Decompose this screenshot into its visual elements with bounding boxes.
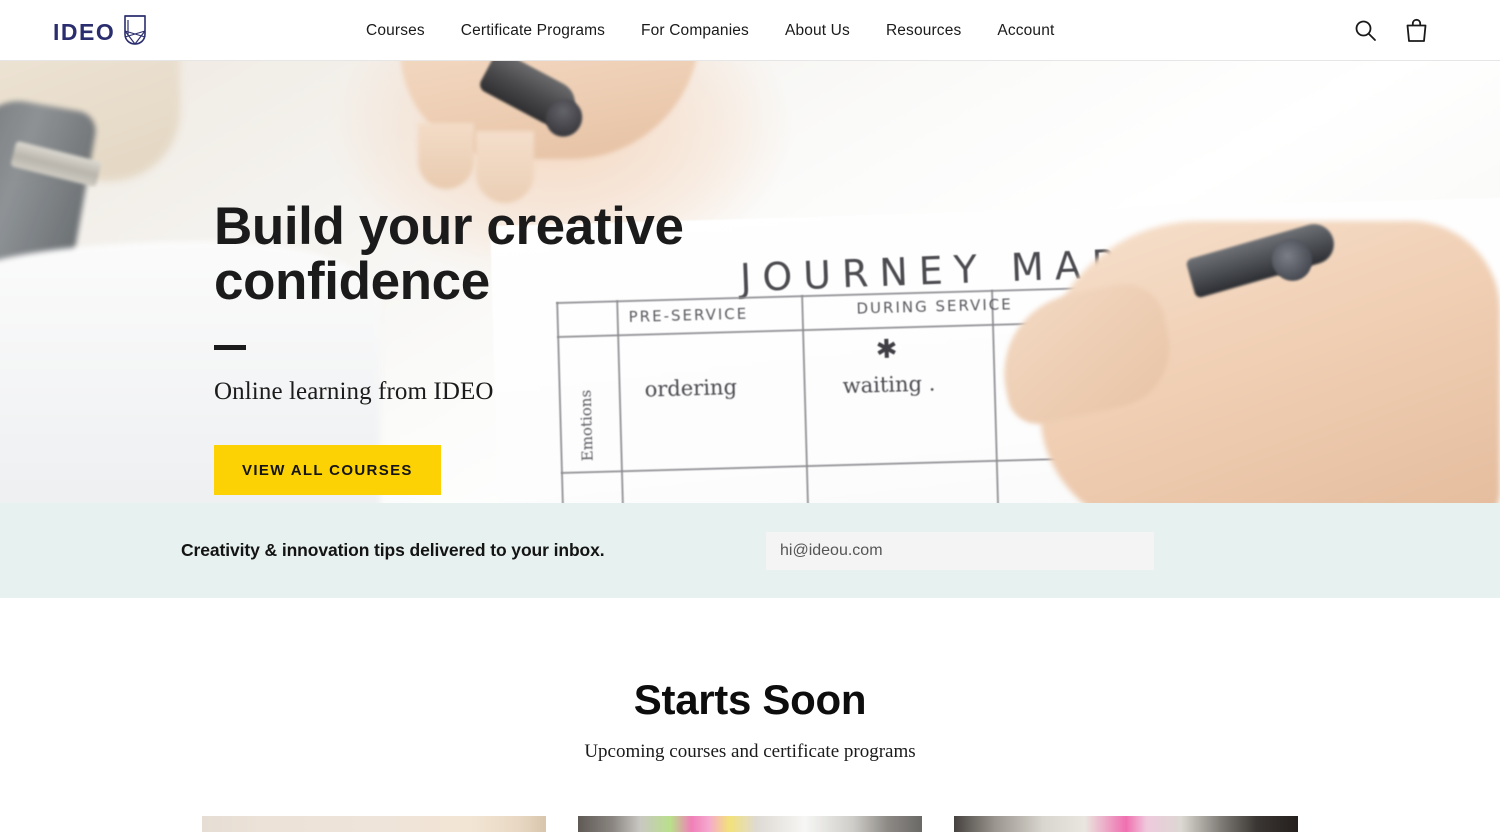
nav-item-certificate-programs[interactable]: Certificate Programs	[443, 22, 623, 40]
section-title: Starts Soon	[633, 676, 867, 723]
hero-title: Build your creative confidence	[214, 197, 684, 312]
logo-wordmark: IDEO	[53, 19, 116, 45]
nav-item-about-us[interactable]: About Us	[767, 22, 868, 40]
course-card-3-image	[954, 816, 1298, 832]
main-navigation: Courses Certificate Programs For Compani…	[366, 0, 1072, 61]
view-all-courses-button[interactable]: VIEW ALL COURSES	[214, 445, 441, 496]
hero-banner: JOURNEY MAP PRE-SERVICE DURING SERVICE P…	[0, 61, 1500, 503]
newsletter-signup-bar: Creativity & innovation tips delivered t…	[0, 503, 1500, 598]
section-subtitle: Upcoming courses and certificate program…	[584, 741, 916, 762]
newsletter-email-input[interactable]	[766, 532, 1154, 570]
course-card-1-image	[202, 816, 546, 832]
journey-map-column-1: DURING SERVICE	[856, 295, 1013, 318]
site-header: IDEO Courses Certificate Programs For Co…	[0, 0, 1500, 61]
course-card-3[interactable]	[954, 816, 1298, 832]
course-card-2-image	[578, 816, 922, 832]
nav-item-for-companies[interactable]: For Companies	[623, 22, 767, 40]
search-icon[interactable]	[1354, 19, 1377, 42]
header-icon-group	[1354, 0, 1428, 61]
journey-map-cell-1: waiting .	[842, 371, 936, 399]
nav-item-courses[interactable]: Courses	[366, 22, 443, 40]
course-card-grid	[0, 816, 1500, 832]
hero-copy-block: Build your creative confidence Online le…	[214, 197, 854, 496]
starts-soon-section: Starts Soon Upcoming courses and certifi…	[0, 598, 1500, 832]
course-card-2[interactable]	[578, 816, 922, 832]
shopping-bag-icon[interactable]	[1405, 18, 1428, 43]
hero-subtitle: Online learning from IDEO	[214, 378, 494, 406]
nav-item-account[interactable]: Account	[979, 22, 1072, 40]
newsletter-headline: Creativity & innovation tips delivered t…	[181, 540, 605, 560]
ideo-u-monogram-icon	[122, 14, 148, 51]
ideo-u-logo[interactable]: IDEO	[53, 14, 148, 51]
course-card-1[interactable]	[202, 816, 546, 832]
nav-item-resources[interactable]: Resources	[868, 22, 979, 40]
hero-divider-rule	[214, 345, 246, 351]
